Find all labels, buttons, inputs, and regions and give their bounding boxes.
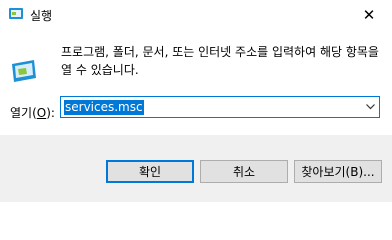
browse-button[interactable]: 찾아보기(B)...: [294, 160, 382, 183]
button-bar: 확인 취소 찾아보기(B)...: [0, 135, 392, 202]
run-dialog-icon: [8, 54, 40, 86]
cancel-button[interactable]: 취소: [200, 160, 288, 183]
open-label-key: O: [36, 106, 47, 120]
open-input[interactable]: services.msc: [64, 100, 144, 115]
description-text: 프로그램, 폴더, 문서, 또는 인터넷 주소를 입력하여 해당 항목을 열 수…: [61, 45, 379, 77]
dialog-body: 프로그램, 폴더, 문서, 또는 인터넷 주소를 입력하여 해당 항목을 열 수…: [0, 30, 392, 135]
run-app-icon: [8, 6, 24, 22]
chevron-down-icon[interactable]: [361, 97, 379, 117]
open-combobox[interactable]: services.msc: [60, 96, 380, 118]
title-bar[interactable]: 실행 ✕: [0, 0, 392, 30]
open-label-prefix: 열기(: [10, 106, 37, 120]
close-button[interactable]: ✕: [346, 0, 392, 30]
open-label-suffix: ):: [46, 106, 55, 120]
open-label: 열기(O):: [10, 104, 55, 121]
ok-button[interactable]: 확인: [106, 160, 194, 183]
window-title: 실행: [30, 9, 53, 23]
